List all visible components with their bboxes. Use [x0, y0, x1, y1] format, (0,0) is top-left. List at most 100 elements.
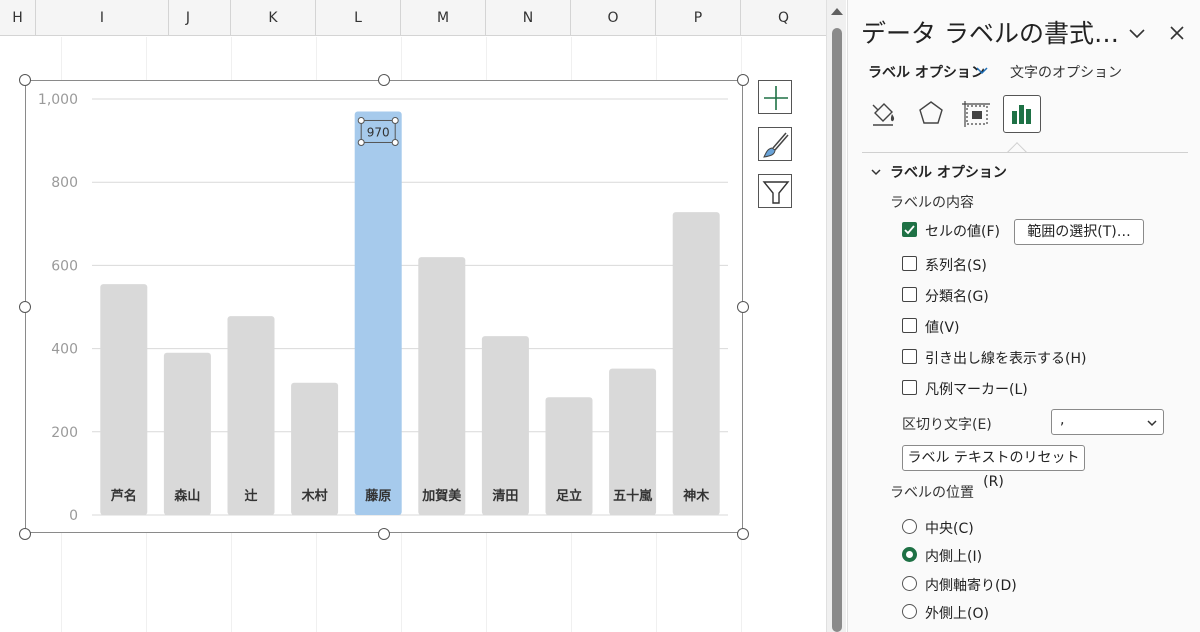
- effects-tab[interactable]: [912, 95, 950, 133]
- radio-button[interactable]: [902, 519, 917, 534]
- column-header-h[interactable]: H: [0, 0, 36, 36]
- data-label[interactable]: 970: [367, 125, 390, 139]
- position-inside-end-label: 内側上(I): [925, 549, 983, 565]
- reset-label-text-button[interactable]: ラベル テキストのリセット(R): [902, 445, 1085, 490]
- pane-divider: [862, 152, 1188, 153]
- category-label: 森山: [174, 488, 200, 504]
- position-inside-base-label: 内側軸寄り(D): [925, 578, 1017, 594]
- chart-elements-button[interactable]: [758, 80, 792, 114]
- resize-handle-top[interactable]: [378, 74, 390, 86]
- position-center-label: 中央(C): [925, 521, 974, 537]
- pane-close-button[interactable]: [1166, 22, 1188, 44]
- column-header-m[interactable]: M: [401, 0, 486, 36]
- category-name-label: 分類名(G): [925, 289, 989, 305]
- chevron-down-icon[interactable]: [974, 63, 990, 79]
- category-label: 五十嵐: [613, 488, 653, 504]
- bar-chart[interactable]: 0 200 400 600 800 1,000 芦名 森山 辻 木村 藤原 970 加賀美 清田 足立 五十嵐…: [26, 81, 744, 534]
- fill-line-tab[interactable]: [865, 95, 903, 133]
- checkbox[interactable]: [902, 318, 917, 333]
- category-label: 神木: [683, 488, 710, 504]
- resize-handle-bottom[interactable]: [378, 528, 390, 540]
- chart-styles-button[interactable]: [758, 127, 792, 161]
- tab-text-options[interactable]: 文字のオプション: [1010, 62, 1122, 82]
- resize-handle-bottom-right[interactable]: [737, 528, 749, 540]
- chevron-down-icon[interactable]: [870, 166, 882, 178]
- bar[interactable]: [354, 111, 402, 516]
- checkbox[interactable]: [902, 256, 917, 271]
- separator-value: ,: [1060, 412, 1065, 428]
- scrollbar-thumb[interactable]: [832, 28, 842, 632]
- chevron-down-icon: [1129, 29, 1145, 39]
- radio-button[interactable]: [902, 576, 917, 591]
- chevron-down-icon: [1147, 420, 1157, 427]
- column-header-j[interactable]: J: [146, 0, 231, 36]
- column-header-l[interactable]: L: [316, 0, 401, 36]
- column-header-k[interactable]: K: [231, 0, 316, 36]
- select-range-button[interactable]: 範囲の選択(T)…: [1014, 219, 1144, 245]
- data-label-handle: [391, 138, 399, 146]
- checkbox[interactable]: [902, 287, 917, 302]
- category-label: 清田: [492, 488, 518, 504]
- category-label: 足立: [556, 488, 582, 504]
- series-name-label: 系列名(S): [925, 258, 987, 274]
- resize-handle-top-right[interactable]: [737, 74, 749, 86]
- pane-title: データ ラベルの書式…: [861, 19, 1119, 48]
- worksheet[interactable]: H I J K L M N O P Q 0 200 400 600 800 1,000 芦名…: [0, 0, 826, 632]
- close-icon: [1170, 26, 1184, 40]
- data-label-handle: [391, 116, 399, 124]
- category-label: 辻: [244, 488, 257, 504]
- resize-handle-left[interactable]: [19, 301, 31, 313]
- resize-handle-right[interactable]: [737, 301, 749, 313]
- size-properties-icon: [962, 101, 990, 127]
- scroll-up-arrow-icon[interactable]: [831, 8, 843, 15]
- checkbox[interactable]: [902, 380, 917, 395]
- y-tick-label: 400: [51, 342, 78, 358]
- column-header-q[interactable]: Q: [741, 0, 826, 36]
- checkbox[interactable]: [902, 349, 917, 364]
- pentagon-icon: [919, 101, 943, 124]
- column-header-p[interactable]: P: [656, 0, 741, 36]
- legend-key-label: 凡例マーカー(L): [925, 382, 1028, 398]
- size-properties-tab[interactable]: [958, 95, 996, 133]
- cell-value-label: セルの値(F): [925, 224, 1000, 240]
- bar[interactable]: [227, 316, 275, 515]
- chart-filters-button[interactable]: [758, 174, 792, 208]
- leader-lines-label: 引き出し線を表示する(H): [925, 351, 1087, 367]
- data-label-handle: [357, 116, 365, 124]
- section-label-options[interactable]: ラベル オプション: [890, 162, 1007, 182]
- separator-select[interactable]: ,: [1051, 409, 1164, 435]
- bar[interactable]: [672, 212, 720, 516]
- radio-button-selected[interactable]: [902, 547, 917, 562]
- plus-icon: [764, 86, 788, 110]
- separator-label: 区切り文字(E): [902, 417, 992, 433]
- category-label: 加賀美: [421, 488, 462, 504]
- resize-handle-top-left[interactable]: [19, 74, 31, 86]
- paint-bucket-icon: [872, 103, 895, 126]
- bar-chart-icon: [1012, 105, 1031, 124]
- pane-options-button[interactable]: [1126, 22, 1148, 44]
- y-tick-label: 200: [51, 425, 78, 441]
- y-tick-label: 1,000: [38, 92, 78, 108]
- checkbox-checked[interactable]: [902, 222, 917, 237]
- category-label: 藤原: [365, 488, 391, 504]
- brush-icon: [763, 132, 789, 158]
- data-label-handle: [357, 138, 365, 146]
- y-tick-label: 800: [51, 175, 78, 191]
- label-contains-heading: ラベルの内容: [890, 195, 974, 211]
- category-label: 木村: [301, 488, 328, 504]
- resize-handle-bottom-left[interactable]: [19, 528, 31, 540]
- column-header-o[interactable]: O: [571, 0, 656, 36]
- radio-button[interactable]: [902, 604, 917, 619]
- format-data-labels-pane: データ ラベルの書式… ラベル オプション 文字のオプション ラベル オプション…: [847, 0, 1200, 632]
- chart-area[interactable]: 0 200 400 600 800 1,000 芦名 森山 辻 木村 藤原 970 加賀美 清田 足立 五十嵐…: [25, 80, 743, 533]
- category-label: 芦名: [111, 488, 137, 504]
- label-options-tab[interactable]: [1003, 95, 1041, 133]
- vertical-scrollbar[interactable]: [826, 0, 846, 632]
- bar[interactable]: [100, 284, 148, 515]
- column-headers: H I J K L M N O P Q: [0, 0, 826, 36]
- column-header-n[interactable]: N: [486, 0, 571, 36]
- tab-label-options[interactable]: ラベル オプション: [868, 62, 985, 82]
- y-tick-label: 0: [69, 508, 78, 524]
- bar[interactable]: [418, 257, 466, 515]
- checkmark-icon: [904, 225, 915, 235]
